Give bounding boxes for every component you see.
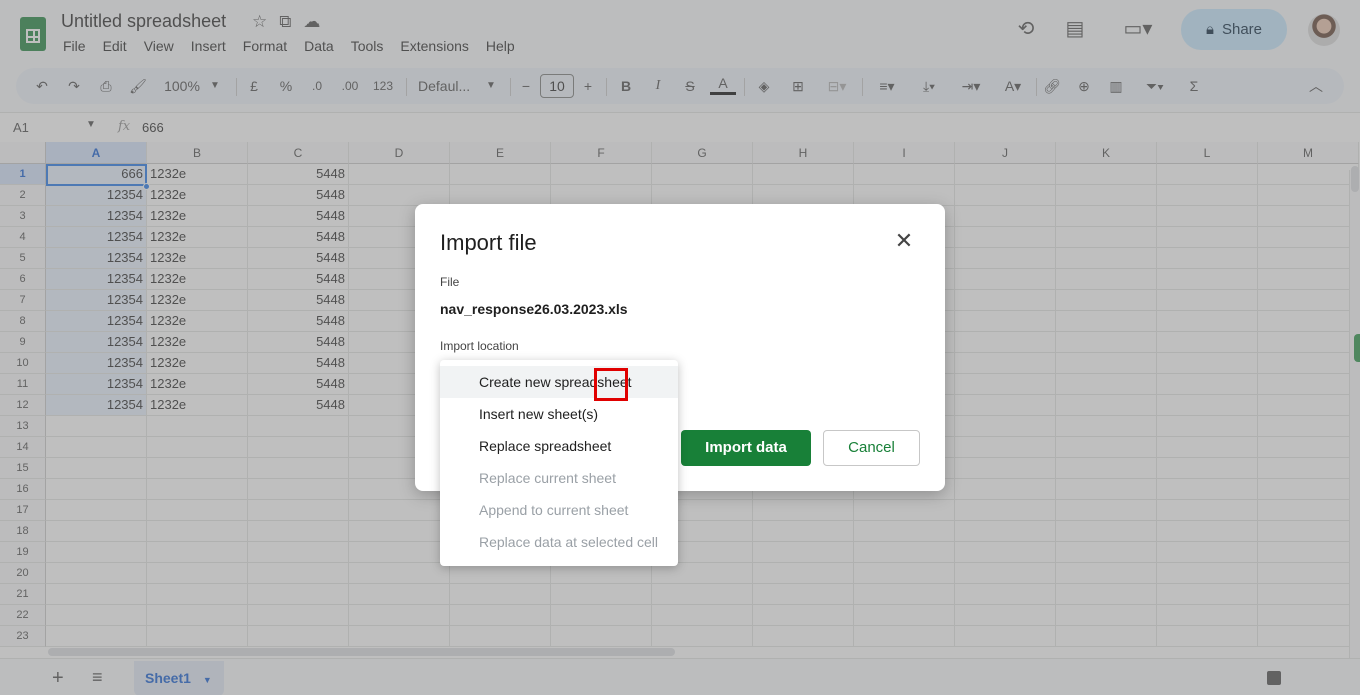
- import-option-append-to-current-sheet: Append to current sheet: [479, 502, 629, 518]
- import-data-button[interactable]: Import data: [681, 430, 811, 466]
- import-location-dropdown: Create new spreadsheet Insert new sheet(s…: [440, 360, 678, 566]
- import-option-replace-current-sheet: Replace current sheet: [479, 470, 616, 486]
- close-icon[interactable]: ✕: [893, 230, 915, 252]
- import-option-insert-new-sheet-s[interactable]: Insert new sheet(s): [440, 398, 678, 430]
- file-label: File: [440, 275, 460, 289]
- import-location-label: Import location: [440, 339, 519, 353]
- dialog-title: Import file: [440, 230, 537, 255]
- import-option-create-new-spreadsheet[interactable]: Create new spreadsheet: [440, 366, 678, 398]
- cancel-button[interactable]: Cancel: [823, 430, 920, 466]
- import-option-replace-spreadsheet[interactable]: Replace spreadsheet: [440, 430, 678, 462]
- import-option-replace-data-at-selected-cell: Replace data at selected cell: [479, 534, 658, 550]
- file-name: nav_response26.03.2023.xls: [440, 301, 628, 317]
- highlight-box: [594, 368, 628, 401]
